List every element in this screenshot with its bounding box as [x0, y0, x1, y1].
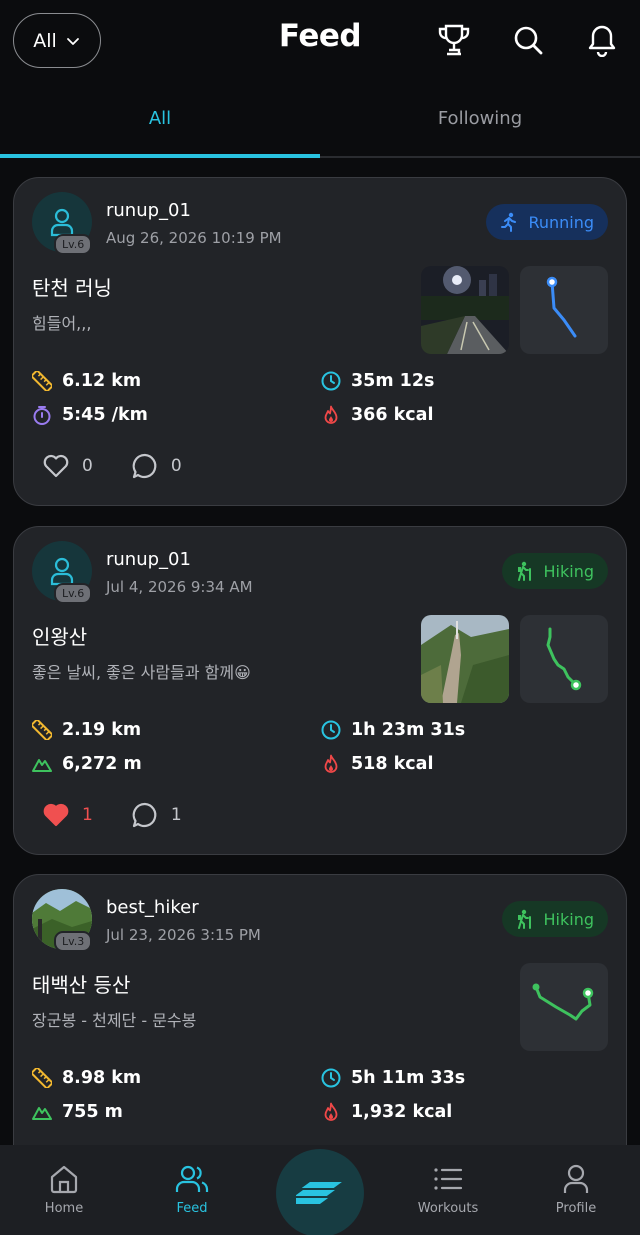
flame-icon	[324, 754, 338, 773]
feed-post-card[interactable]: Lv.3 best_hiker Jul 23, 2026 3:15 PM Hik…	[13, 874, 627, 1174]
like-count: 0	[82, 456, 93, 476]
stat-duration: 1h 23m 31s	[321, 720, 465, 740]
comment-button[interactable]: 0	[131, 452, 182, 480]
ruler-icon	[32, 371, 52, 391]
level-badge: Lv.6	[54, 234, 93, 255]
person-icon	[50, 208, 74, 237]
stat-calories: 1,932 kcal	[321, 1102, 452, 1122]
top-bar: All Feed	[0, 0, 640, 84]
trophy-icon[interactable]	[436, 20, 472, 60]
avatar[interactable]: Lv.6	[32, 192, 93, 255]
comment-count: 0	[170, 456, 182, 476]
list-icon	[434, 1168, 463, 1190]
comment-icon	[132, 802, 157, 828]
nav-label: Profile	[555, 1201, 597, 1216]
stat-distance: 8.98 km	[32, 1068, 141, 1088]
post-actions: 0 0	[42, 452, 220, 480]
heart-icon	[43, 454, 69, 478]
activity-label: Hiking	[543, 561, 594, 581]
post-date: Jul 4, 2026 9:34 AM	[106, 578, 253, 596]
person-icon	[50, 557, 74, 586]
tab-all[interactable]: All	[0, 84, 320, 158]
feed-post-card[interactable]: Lv.6 runup_01 Aug 26, 2026 10:19 PM Runn…	[13, 177, 627, 506]
stat-elevation: 6,272 m	[32, 754, 142, 774]
post-text: 장군봉 - 천제단 - 문수봉	[32, 1011, 197, 1030]
nav-feed[interactable]: Feed	[128, 1145, 256, 1235]
flame-icon	[324, 405, 338, 424]
post-title: 탄천 러닝	[32, 276, 112, 300]
username[interactable]: runup_01	[106, 200, 191, 221]
start-workout-icon	[296, 1182, 342, 1204]
clock-icon	[321, 371, 341, 391]
bell-icon[interactable]	[584, 20, 620, 60]
post-title: 태백산 등산	[32, 973, 131, 997]
activity-badge: Running	[486, 204, 608, 240]
route-map[interactable]	[520, 266, 608, 354]
clock-icon	[321, 720, 341, 740]
stat-pace: 5:45 /km	[32, 405, 148, 425]
stat-calories: 518 kcal	[321, 754, 433, 774]
nav-label: Home	[44, 1201, 84, 1216]
stat-distance: 6.12 km	[32, 371, 141, 391]
stopwatch-icon	[33, 406, 51, 425]
activity-label: Running	[528, 212, 594, 232]
stat-duration: 5h 11m 33s	[321, 1068, 465, 1088]
activity-badge: Hiking	[501, 553, 608, 589]
comment-icon	[132, 453, 157, 479]
like-count: 1	[82, 805, 93, 825]
level-badge: Lv.3	[54, 931, 93, 952]
stat-calories: 366 kcal	[321, 405, 433, 425]
route-map[interactable]	[520, 963, 608, 1051]
like-button[interactable]: 1	[42, 802, 93, 828]
route-map[interactable]	[520, 615, 608, 703]
people-icon	[175, 1165, 209, 1192]
feed-tabs: All Following	[0, 84, 640, 158]
comment-button[interactable]: 1	[131, 801, 182, 829]
post-title: 인왕산	[32, 625, 88, 649]
nav-profile[interactable]: Profile	[512, 1145, 640, 1235]
like-button[interactable]: 0	[42, 453, 93, 479]
post-date: Jul 23, 2026 3:15 PM	[106, 926, 261, 944]
ruler-icon	[32, 720, 52, 740]
post-photo[interactable]	[421, 615, 509, 703]
hiking-icon	[517, 909, 531, 929]
tab-following[interactable]: Following	[320, 84, 640, 156]
clock-icon	[321, 1068, 341, 1088]
running-icon	[501, 212, 517, 232]
feed-post-card[interactable]: Lv.6 runup_01 Jul 4, 2026 9:34 AM Hiking…	[13, 526, 627, 855]
level-badge: Lv.6	[54, 583, 93, 604]
activity-badge: Hiking	[501, 901, 608, 937]
ruler-icon	[32, 1068, 52, 1088]
comment-count: 1	[170, 805, 182, 825]
post-text: 좋은 날씨, 좋은 사람들과 함께😀	[32, 663, 251, 682]
mountain-icon	[32, 1107, 52, 1120]
mountain-icon	[32, 759, 52, 772]
profile-icon	[563, 1164, 589, 1193]
nav-home[interactable]: Home	[0, 1145, 128, 1235]
post-photo[interactable]	[421, 266, 509, 354]
username[interactable]: best_hiker	[106, 897, 199, 918]
start-workout-button[interactable]	[276, 1149, 364, 1235]
post-text: 힘들어,,,	[32, 314, 92, 333]
flame-icon	[324, 1102, 338, 1121]
post-actions: 1 1	[42, 801, 220, 829]
avatar[interactable]: Lv.3	[32, 889, 93, 952]
heart-filled-icon	[43, 803, 69, 827]
username[interactable]: runup_01	[106, 549, 191, 570]
nav-label: Feed	[176, 1201, 208, 1216]
stat-distance: 2.19 km	[32, 720, 141, 740]
search-icon[interactable]	[510, 20, 546, 60]
activity-label: Hiking	[543, 909, 594, 929]
home-icon	[50, 1165, 78, 1194]
stat-duration: 35m 12s	[321, 371, 434, 391]
nav-label: Workouts	[417, 1201, 479, 1216]
post-date: Aug 26, 2026 10:19 PM	[106, 229, 282, 247]
nav-workouts[interactable]: Workouts	[384, 1145, 512, 1235]
hiking-icon	[517, 561, 531, 581]
stat-elevation: 755 m	[32, 1102, 123, 1122]
avatar[interactable]: Lv.6	[32, 541, 93, 604]
